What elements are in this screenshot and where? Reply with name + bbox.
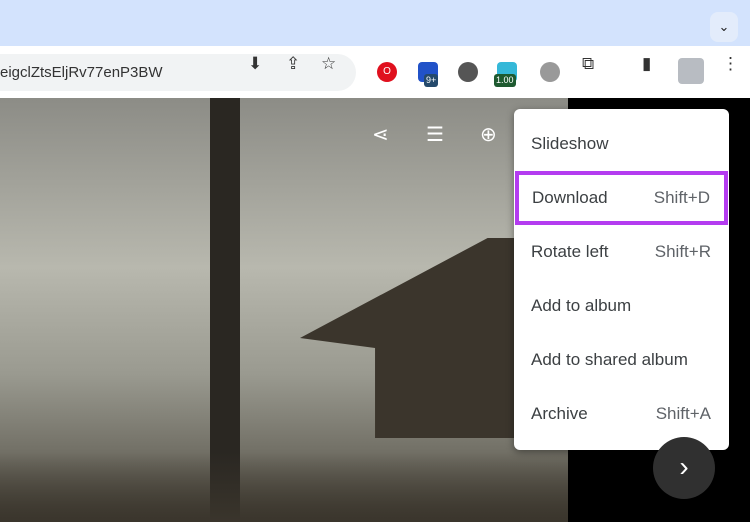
share-photo-icon[interactable]: ⋖ bbox=[372, 122, 389, 147]
menu-item-add-to-shared-album[interactable]: Add to shared album bbox=[514, 333, 729, 387]
menu-label: Archive bbox=[531, 404, 588, 423]
edit-adjust-icon[interactable]: ☰ bbox=[426, 122, 444, 147]
menu-item-add-to-album[interactable]: Add to album bbox=[514, 279, 729, 333]
extension-price-icon[interactable]: 1.00 bbox=[494, 62, 517, 87]
tab-search-button[interactable]: ⌄ bbox=[710, 12, 738, 42]
extensions-puzzle-icon[interactable]: ⧉ bbox=[582, 54, 594, 74]
menu-label: Add to album bbox=[531, 296, 632, 315]
menu-item-slideshow[interactable]: Slideshow bbox=[514, 117, 729, 171]
menu-item-archive[interactable]: Archive Shift+A bbox=[514, 387, 729, 441]
fence bbox=[0, 452, 568, 522]
menu-shortcut: Shift+D bbox=[653, 188, 710, 207]
side-panel-icon[interactable]: ▮ bbox=[642, 54, 651, 74]
extension-badge: 9+ bbox=[424, 74, 439, 87]
photo: ⋖ ☰ ⊕ bbox=[0, 98, 568, 522]
next-photo-button[interactable]: › bbox=[653, 437, 715, 499]
menu-label: Rotate left bbox=[531, 242, 609, 261]
share-icon[interactable]: ⇪ bbox=[286, 54, 300, 74]
tab-strip: ⌄ bbox=[0, 0, 750, 46]
menu-shortcut: Shift+A bbox=[655, 404, 711, 423]
install-app-icon[interactable]: ⬇ bbox=[248, 54, 262, 74]
address-bar[interactable]: eigclZtsEljRv77enP3BW bbox=[0, 54, 356, 91]
menu-item-rotate-left[interactable]: Rotate left Shift+R bbox=[514, 225, 729, 279]
menu-item-download[interactable]: Download Shift+D bbox=[515, 171, 728, 225]
more-menu-icon[interactable]: ⋮ bbox=[722, 54, 739, 74]
extension-price-badge: 1.00 bbox=[494, 74, 516, 87]
spy-extension-icon[interactable] bbox=[458, 62, 478, 82]
more-options-menu: Slideshow Download Shift+D Rotate left Shi… bbox=[514, 109, 729, 450]
opera-extension-icon[interactable]: O bbox=[377, 62, 397, 82]
extension-icon[interactable] bbox=[540, 62, 560, 82]
menu-label: Download bbox=[532, 188, 608, 207]
url-text[interactable]: eigclZtsEljRv77enP3BW bbox=[0, 64, 163, 81]
extension-badge-icon[interactable]: 9+ bbox=[418, 62, 439, 87]
menu-shortcut: Shift+R bbox=[654, 242, 711, 261]
browser-toolbar: eigclZtsEljRv77enP3BW ⬇ ⇪ ☆ O 9+ 1.00 ⧉ … bbox=[0, 46, 750, 98]
menu-label: Add to shared album bbox=[531, 350, 688, 369]
bookmark-star-icon[interactable]: ☆ bbox=[321, 54, 336, 74]
menu-label: Slideshow bbox=[531, 134, 609, 153]
zoom-icon[interactable]: ⊕ bbox=[480, 122, 497, 147]
profile-avatar[interactable] bbox=[678, 58, 704, 84]
